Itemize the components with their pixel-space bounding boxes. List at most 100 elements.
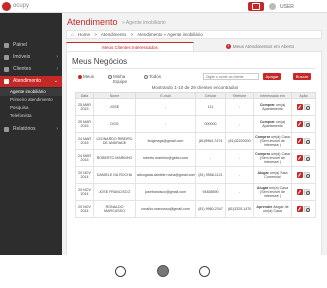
cell-interest: Comprar um(a) Apartamento [253, 98, 292, 116]
sidebar-item-atendimento[interactable]: Atendimento ⌄ [0, 76, 62, 87]
cell-name: DANIELE DA ROCHA [93, 166, 136, 184]
cell-cell: (81) 9556-1121 [195, 166, 226, 184]
cell-interest: Comprar um(a) Casa (Sem imóvel de intere… [253, 149, 292, 167]
cell-interest: Alugar um(a) Sala Comercial [253, 166, 292, 184]
user-avatar[interactable] [269, 3, 276, 10]
cell-name: JOSE [93, 98, 136, 116]
sidebar-subitem-pesquisa[interactable]: Pesquisa [0, 104, 62, 112]
table-row[interactable]: 25 MAR 2015 DGG - 000000 - Comprar um(a)… [75, 115, 316, 133]
breadcrumb-home[interactable]: Home [78, 32, 90, 37]
chevron-down-icon: ⌄ [53, 78, 58, 84]
breadcrumb-separator: > [94, 32, 97, 37]
search-icon[interactable] [304, 206, 311, 213]
search-icon[interactable] [304, 121, 311, 128]
tab-label: Meus Atendimentos em Aberto [232, 44, 295, 49]
search-icon[interactable] [304, 155, 311, 162]
app-screen: ocupy USER Painel Imóveis › Clientes › A… [0, 0, 327, 255]
cell-interest: Comprar um(a) Casa (Sem imóvel de intere… [253, 132, 292, 150]
home-button[interactable] [157, 265, 169, 277]
report-icon [4, 127, 9, 132]
radio-label: Todos [149, 74, 162, 79]
cell-name: JOSE FRANCISCO [93, 183, 136, 201]
cell-cell: 000000 [195, 115, 226, 133]
edit-icon[interactable] [297, 172, 303, 178]
cell-email: advogada.daniele.rocha@gmail.com [135, 166, 196, 184]
sidebar-item-clientes[interactable]: Clientes › [0, 64, 62, 75]
home-icon[interactable]: ⌂ [71, 32, 74, 37]
device-nav-bar [0, 255, 327, 288]
apagar-button[interactable]: Apagar [263, 73, 281, 80]
cell-actions [291, 149, 316, 167]
edit-icon[interactable] [297, 206, 303, 212]
table-row[interactable]: 25 MAR 2015 JOSE - 111 - Comprar um(a) A… [75, 98, 316, 116]
edit-icon[interactable] [297, 189, 303, 195]
cell-name: ROBERTO MARINHO [93, 149, 136, 167]
table-row[interactable]: 24 MAR 2015 LEONARDO RIBEIRO DE ANDRADE … [75, 132, 316, 150]
table-row[interactable]: 20 NOV 2014 DANIELE DA ROCHA advogada.da… [75, 166, 316, 184]
chevron-right-icon: › [56, 54, 58, 60]
cell-email: ronaldo.marcusso@gmail.com [135, 200, 196, 218]
tab-clientes-interessados[interactable]: Meus Clientes Interessados [66, 42, 194, 51]
sidebar-subitem-primeiro[interactable]: Primeiro atendimento [0, 96, 62, 104]
breadcrumb: ⌂ Home > Atendimento > Atendimento » Age… [66, 30, 322, 39]
sidebar-subitem-telefonista[interactable]: Telefonista [0, 112, 62, 120]
cell-phone: (81)32220000 [225, 132, 254, 150]
search-icon[interactable] [304, 104, 311, 111]
results-count: Mostrando 1-10 de 29 clientes encontrado… [151, 85, 239, 90]
sidebar: Painel Imóveis › Clientes › Atendimento … [0, 13, 62, 255]
chevron-right-icon: › [56, 66, 58, 72]
search-icon[interactable] [304, 189, 311, 196]
search-icon[interactable] [304, 138, 311, 145]
cell-email: - [135, 115, 196, 133]
cell-cell: (81)9964-7474 [195, 132, 226, 150]
cell-date: 25 MAR 2015 [75, 115, 94, 133]
tabs: Meus Clientes Interessados 1 Meus Atendim… [66, 42, 322, 51]
sidebar-subitem-agente[interactable]: Agente imobiliário [0, 88, 62, 96]
recent-apps-button[interactable] [199, 266, 210, 277]
dashboard-icon [4, 43, 9, 48]
users-icon [4, 67, 9, 72]
tab-atendimentos-aberto[interactable]: 1 Meus Atendimentos em Aberto [198, 42, 322, 51]
table-row[interactable]: 20 NOV 2014 JOSE FRANCISCO josefrancisco… [75, 183, 316, 201]
cell-interest: Alugar um(a) Casa (Sem imóvel de interes… [253, 183, 292, 201]
back-button[interactable] [115, 266, 126, 277]
sidebar-item-imoveis[interactable]: Imóveis › [0, 52, 62, 63]
cell-email: - [135, 98, 196, 116]
sidebar-item-painel[interactable]: Painel [0, 40, 62, 51]
radio-minha-equipe[interactable]: Minha Equipe [108, 74, 137, 84]
edit-icon[interactable] [297, 138, 303, 144]
sidebar-item-relatorios[interactable]: Relatórios › [0, 124, 62, 135]
cell-phone: - [225, 149, 254, 167]
cell-date: 20 NOV 2014 [75, 200, 94, 218]
breadcrumb-atendimento[interactable]: Atendimento [101, 32, 126, 37]
panel-title: Meus Negócios [72, 57, 128, 66]
breadcrumb-current: Atendimento » Agente imobiliário [137, 32, 203, 37]
edit-icon[interactable] [297, 104, 303, 110]
building-icon [4, 55, 9, 60]
radio-dot [108, 74, 112, 79]
table-row[interactable]: 24 MAR 2015 ROBERTO MARINHO roberto.mari… [75, 149, 316, 167]
cell-email: roberto.marinho@globo.com [135, 149, 196, 167]
mail-icon[interactable] [248, 2, 264, 11]
radio-dot [144, 74, 148, 79]
search-icon[interactable] [304, 172, 311, 179]
user-name[interactable]: USER [280, 4, 294, 10]
radio-dot [78, 74, 82, 79]
table-row[interactable]: 20 NOV 2014 RONALDO MARCUSSO ronaldo.mar… [75, 200, 316, 218]
app-logo[interactable] [2, 2, 11, 11]
cell-date: 24 MAR 2015 [75, 149, 94, 167]
cell-email: josefrancisco@gmail.com [135, 183, 196, 201]
sidebar-item-label: Relatórios [13, 126, 36, 132]
cell-phone: - [225, 166, 254, 184]
buscar-button[interactable]: Buscar [293, 73, 311, 80]
radio-todos[interactable]: Todos [144, 74, 162, 79]
cell-cell: 111 [195, 98, 226, 116]
cell-cell: 94468590 [195, 183, 226, 201]
edit-icon[interactable] [297, 155, 303, 161]
edit-icon[interactable] [297, 121, 303, 127]
radio-meus[interactable]: Meus [78, 74, 94, 79]
client-search-input[interactable] [203, 73, 259, 80]
top-bar: ocupy USER [0, 0, 327, 13]
cell-date: 24 MAR 2015 [75, 132, 94, 150]
cell-cell: - [195, 149, 226, 167]
